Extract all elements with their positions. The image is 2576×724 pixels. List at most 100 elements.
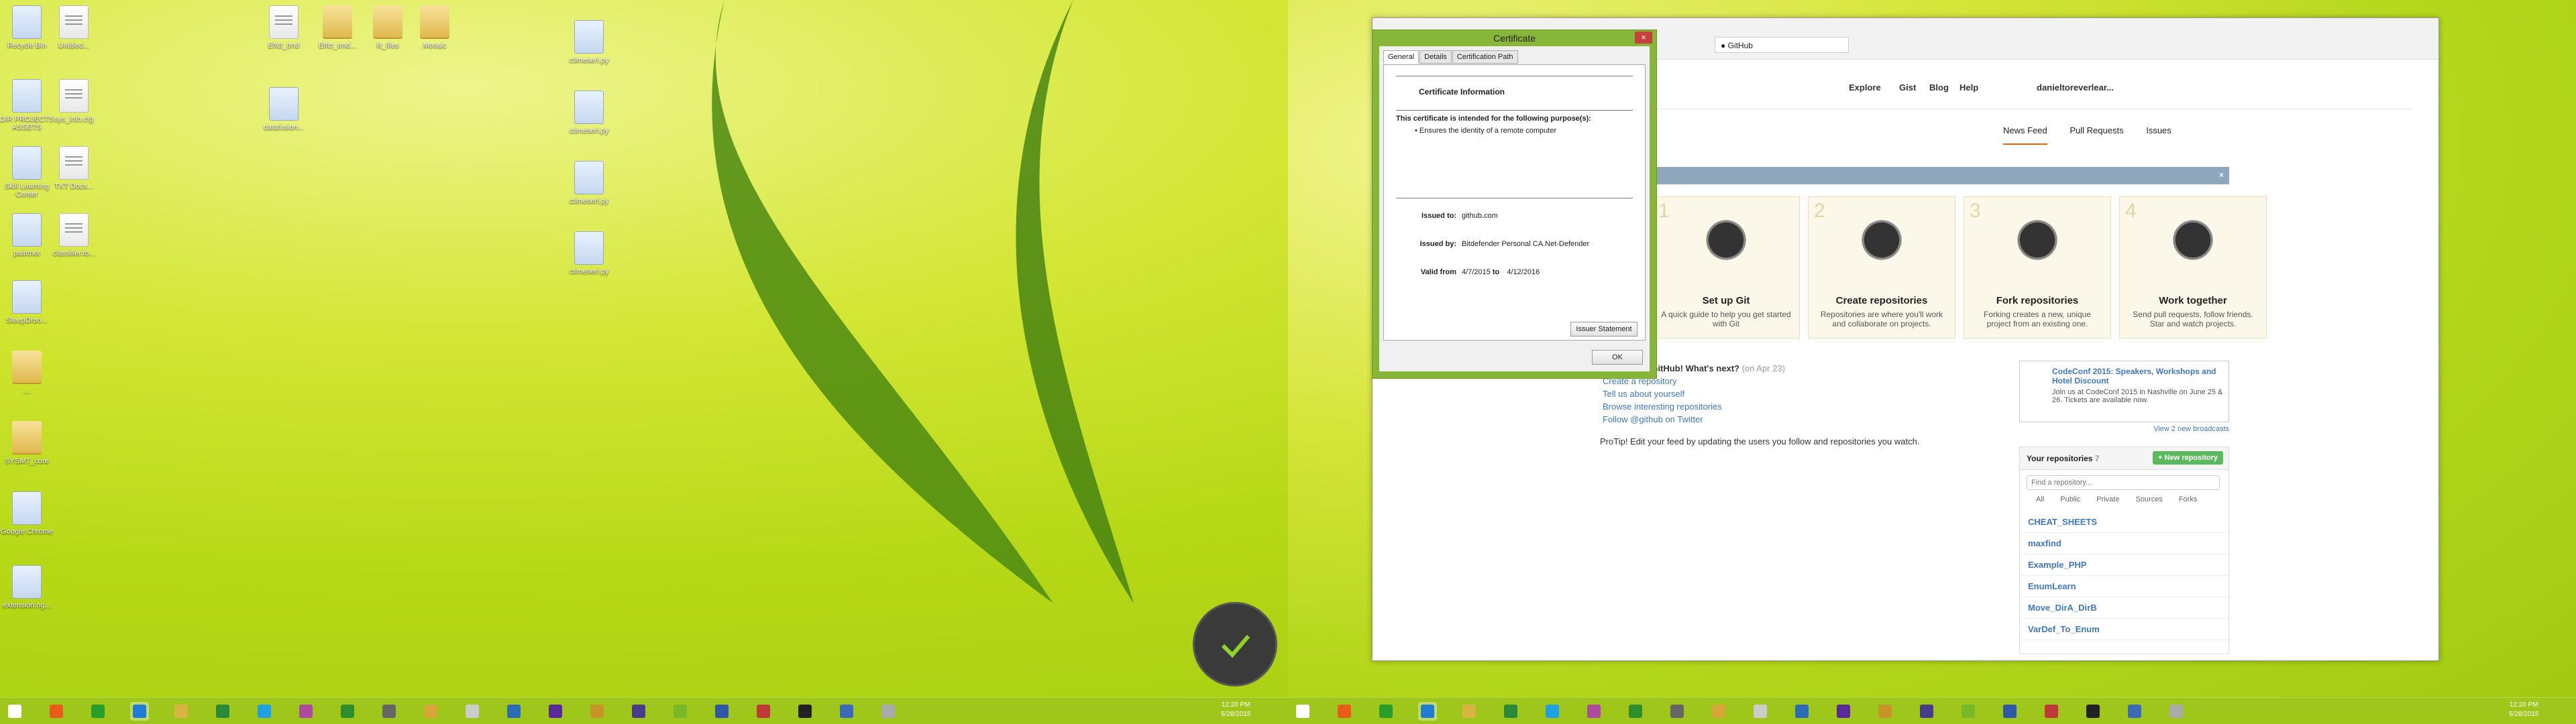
taskbar-app-icon[interactable] — [1377, 702, 1395, 721]
taskbar-app-icon[interactable] — [504, 702, 523, 721]
nav-help[interactable]: Help — [1960, 82, 1978, 93]
bootcamp-card[interactable]: 1 Set up Git A quick guide to help you get… — [1652, 196, 1800, 339]
taskbar-app-icon[interactable] — [1543, 702, 1562, 721]
repo-item[interactable]: Example_PHP — [2020, 554, 2229, 576]
bootcamp-card[interactable]: 3 Fork repositories Forking creates a new,… — [1964, 196, 2111, 339]
broadcast-title[interactable]: CodeConf 2015: Speakers, Workshops and H… — [2052, 367, 2223, 385]
repo-filter-all[interactable]: All — [2036, 495, 2044, 503]
desktop-icon[interactable]: SYSMT_core — [0, 421, 59, 465]
taskbar-app-icon[interactable] — [2000, 702, 2019, 721]
close-button[interactable]: × — [1635, 32, 1652, 44]
tab-details[interactable]: Details — [1419, 50, 1452, 64]
certificate-dialog: Certificate × General Details Certificatio… — [1372, 29, 1657, 379]
taskbar-app-icon[interactable] — [130, 702, 149, 721]
taskbar-app-icon[interactable] — [1792, 702, 1811, 721]
bootcamp-card[interactable]: 4 Work together Send pull requests, follow… — [2119, 196, 2267, 339]
taskbar-app-icon[interactable] — [2167, 702, 2186, 721]
nav-gist[interactable]: Gist — [1899, 82, 1916, 93]
taskbar-app-icon[interactable] — [1501, 702, 1520, 721]
welcome-link[interactable]: Browse interesting repositories — [1603, 400, 1919, 413]
desktop-icon-label: datafusion... — [264, 123, 304, 131]
taskbar-app-icon[interactable] — [463, 702, 482, 721]
desktop-icon[interactable]: Mosaic — [402, 5, 467, 50]
taskbar-app-icon[interactable] — [47, 702, 66, 721]
taskbar-app-icon[interactable] — [2042, 702, 2061, 721]
taskbar-app-icon[interactable] — [380, 702, 398, 721]
taskbar-app-icon[interactable] — [712, 702, 731, 721]
desktop-icon[interactable]: Google Chrome — [0, 491, 59, 536]
desktop-icon[interactable]: ctimeseri.py — [557, 231, 621, 276]
taskbar-app-icon[interactable] — [1959, 702, 1978, 721]
taskbar-app-icon[interactable] — [89, 702, 107, 721]
desktop-icon[interactable]: sys_info.cfg — [42, 79, 106, 123]
repo-item[interactable]: EnumLearn — [2020, 576, 2229, 597]
issuer-statement-button[interactable]: Issuer Statement — [1570, 322, 1638, 337]
taskbar-app-icon[interactable] — [1876, 702, 1894, 721]
repo-item[interactable]: CHEAT_SHEETS — [2020, 511, 2229, 533]
taskbar-app-icon[interactable] — [1709, 702, 1728, 721]
repo-item[interactable]: VarDef_To_Enum — [2020, 619, 2229, 640]
taskbar-app-icon[interactable] — [421, 702, 440, 721]
taskbar-app-icon[interactable] — [629, 702, 648, 721]
taskbar-app-icon[interactable] — [671, 702, 690, 721]
taskbar-app-icon[interactable] — [1460, 702, 1479, 721]
repo-item[interactable]: maxfind — [2020, 533, 2229, 554]
taskbar-app-icon[interactable] — [546, 702, 565, 721]
taskbar-app-icon[interactable] — [172, 702, 191, 721]
desktop-icon[interactable]: .... — [0, 351, 59, 395]
repo-filter-public[interactable]: Public — [2060, 495, 2080, 503]
desktop-icon[interactable]: classifier.fo... — [42, 213, 106, 257]
notification-check[interactable] — [1193, 602, 1277, 686]
taskbar-app-icon[interactable] — [1335, 702, 1354, 721]
desktop-icon[interactable]: ctimeseri.py — [557, 161, 621, 205]
ok-button[interactable]: OK — [1592, 350, 1643, 365]
nav-user[interactable]: danieltoreverlear... — [2037, 82, 2114, 93]
new-repository-button[interactable]: + New repository — [2153, 451, 2223, 465]
nav-explore[interactable]: Explore — [1849, 82, 1881, 93]
desktop-icon[interactable]: ctimeseri.py — [557, 90, 621, 135]
tab-general[interactable]: General — [1383, 50, 1419, 64]
taskbar-app-icon[interactable] — [1626, 702, 1645, 721]
desktop-icon[interactable]: datafusion... — [252, 87, 316, 131]
taskbar-app-icon[interactable] — [879, 702, 898, 721]
taskbar-app-icon[interactable] — [1751, 702, 1770, 721]
taskbar-app-icon[interactable] — [837, 702, 856, 721]
taskbar-app-icon[interactable] — [213, 702, 232, 721]
taskbar-app-icon[interactable] — [1585, 702, 1603, 721]
desktop-icon[interactable]: extension.ng... — [0, 565, 59, 609]
welcome-link[interactable]: Tell us about yourself — [1603, 387, 1919, 400]
taskbar-app-icon[interactable] — [297, 702, 315, 721]
taskbar-app-icon[interactable] — [1668, 702, 1686, 721]
tab-news-feed[interactable]: News Feed — [2003, 125, 2047, 145]
tab-certification-path[interactable]: Certification Path — [1452, 50, 1518, 64]
taskbar-app-icon[interactable] — [1293, 702, 1312, 721]
taskbar-app-icon[interactable] — [2125, 702, 2144, 721]
bootcamp-card[interactable]: 2 Create repositories Repositories are whe… — [1808, 196, 1955, 339]
close-icon[interactable]: × — [2219, 170, 2224, 180]
desktop-icon[interactable]: ctimeseri.py — [557, 20, 621, 64]
taskbar-app-icon[interactable] — [5, 702, 24, 721]
find-repository-input[interactable] — [2027, 475, 2220, 490]
taskbar-app-icon[interactable] — [2084, 702, 2102, 721]
taskbar-app-icon[interactable] — [1418, 702, 1437, 721]
view-broadcasts-link[interactable]: View 2 new broadcasts — [2019, 425, 2229, 433]
nav-blog[interactable]: Blog — [1929, 82, 1949, 93]
taskbar-app-icon[interactable] — [338, 702, 357, 721]
welcome-link[interactable]: Follow @github on Twitter — [1603, 413, 1919, 426]
taskbar-app-icon[interactable] — [588, 702, 606, 721]
taskbar-app-icon[interactable] — [1917, 702, 1936, 721]
taskbar-app-icon[interactable] — [754, 702, 773, 721]
taskbar-app-icon[interactable] — [255, 702, 274, 721]
repo-filter-forks[interactable]: Forks — [2179, 495, 2198, 503]
tab-issues[interactable]: Issues — [2146, 125, 2171, 135]
taskbar-app-icon[interactable] — [1834, 702, 1853, 721]
desktop-icon[interactable]: Untitled... — [42, 5, 106, 50]
desktop-icon[interactable]: SteepDroo... — [0, 280, 59, 324]
desktop-icon[interactable]: TXT Docs... — [42, 146, 106, 190]
taskbar-app-icon[interactable] — [796, 702, 814, 721]
tab-pull-requests[interactable]: Pull Requests — [2070, 125, 2123, 135]
repo-item[interactable]: Move_DirA_DirB — [2020, 597, 2229, 619]
repo-filter-private[interactable]: Private — [2096, 495, 2119, 503]
repo-filter-sources[interactable]: Sources — [2135, 495, 2162, 503]
tab-github[interactable]: ● GitHub — [1715, 37, 1849, 53]
